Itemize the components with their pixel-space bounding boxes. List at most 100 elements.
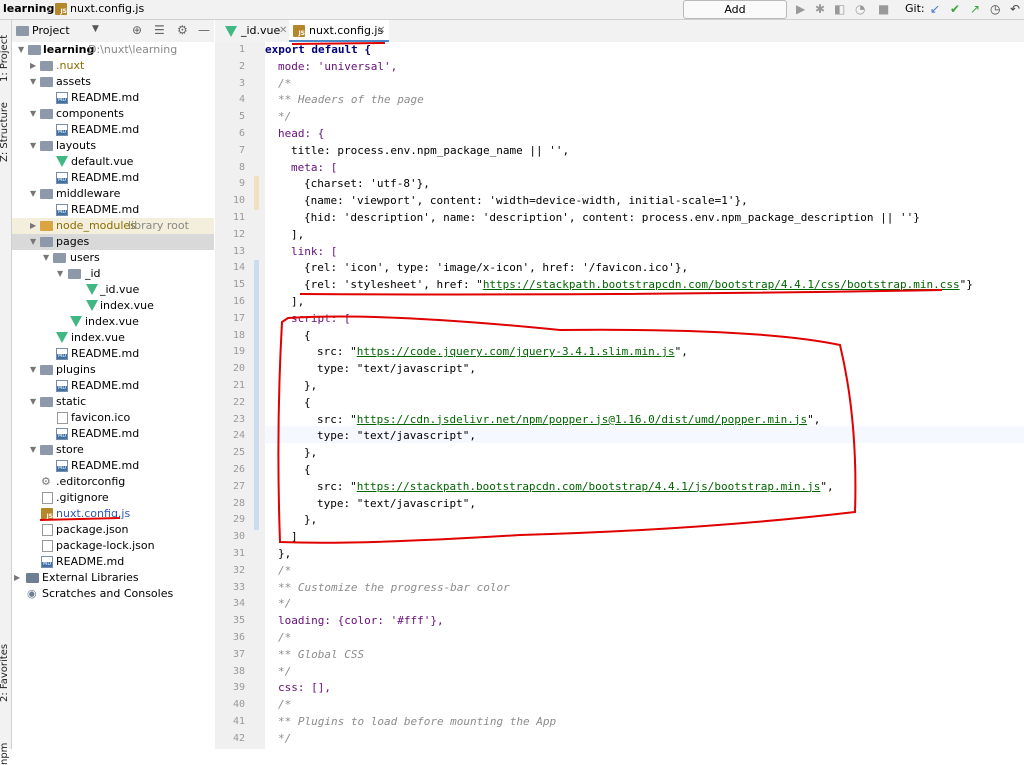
markdown-file-icon bbox=[56, 460, 68, 472]
tree-item-readme[interactable]: README.md bbox=[12, 346, 214, 362]
tree-item-gitignore[interactable]: .gitignore bbox=[12, 490, 214, 506]
tab-nuxt-config[interactable]: nuxt.config.js ✕ bbox=[289, 20, 389, 42]
chevron-right-icon[interactable]: ▶ bbox=[30, 58, 36, 74]
tree-item-store[interactable]: ▼ store bbox=[12, 442, 214, 458]
collapse-all-icon[interactable]: ☰ bbox=[154, 23, 165, 37]
chevron-down-icon[interactable]: ▼ bbox=[18, 42, 24, 58]
tree-item-assets[interactable]: ▼ assets bbox=[12, 74, 214, 90]
tree-item-readme[interactable]: README.md bbox=[12, 202, 214, 218]
tree-item-node-modules[interactable]: ▶ node_modules library root bbox=[12, 218, 214, 234]
chevron-down-icon[interactable]: ▼ bbox=[30, 362, 36, 378]
tree-item-readme[interactable]: README.md bbox=[12, 90, 214, 106]
tree-item-components[interactable]: ▼ components bbox=[12, 106, 214, 122]
tree-item-index-vue[interactable]: index.vue bbox=[12, 298, 214, 314]
coverage-icon[interactable]: ◧ bbox=[834, 2, 845, 16]
minimize-icon[interactable]: — bbox=[198, 23, 210, 37]
tree-item-id-vue[interactable]: _id.vue bbox=[12, 282, 214, 298]
stop-icon[interactable]: ■ bbox=[878, 2, 889, 16]
line-number: 16 bbox=[232, 296, 245, 307]
tree-item-pages[interactable]: ▼ pages bbox=[12, 234, 214, 250]
git-rollback-icon[interactable]: ↶ bbox=[1010, 2, 1020, 16]
text-file-icon bbox=[42, 492, 53, 504]
add-configuration-button[interactable]: Add Configuration... bbox=[683, 0, 787, 33]
profile-icon[interactable]: ◔ bbox=[855, 2, 865, 16]
tree-item-middleware[interactable]: ▼ middleware bbox=[12, 186, 214, 202]
git-history-icon[interactable]: ◷ bbox=[990, 2, 1000, 16]
tree-item-label: components bbox=[56, 107, 124, 120]
git-push-icon[interactable]: ↗ bbox=[970, 2, 980, 16]
chevron-down-icon[interactable]: ▼ bbox=[57, 266, 63, 282]
project-panel-header: Project ▼ ⊕ ☰ ⚙ — bbox=[12, 20, 214, 43]
chevron-down-icon[interactable]: ▼ bbox=[30, 106, 36, 122]
code-line: /* bbox=[278, 698, 292, 712]
npm-tool-tab[interactable]: npm bbox=[0, 743, 10, 765]
tree-item-plugins[interactable]: ▼ plugins bbox=[12, 362, 214, 378]
chevron-down-icon[interactable]: ▼ bbox=[30, 138, 36, 154]
chevron-right-icon[interactable]: ▶ bbox=[14, 570, 20, 586]
tree-item-editorconfig[interactable]: ⚙ .editorconfig bbox=[12, 474, 214, 490]
code-link[interactable]: https://cdn.jsdelivr.net/npm/popper.js@1… bbox=[357, 413, 807, 426]
project-panel-title[interactable]: Project bbox=[32, 24, 70, 37]
chevron-down-icon[interactable]: ▼ bbox=[30, 186, 36, 202]
breadcrumb-file[interactable]: nuxt.config.js bbox=[70, 2, 144, 16]
tree-item-readme[interactable]: README.md bbox=[12, 554, 214, 570]
code-line: /* bbox=[278, 631, 292, 644]
tree-item-index-vue[interactable]: index.vue bbox=[12, 314, 214, 330]
tree-item-layouts[interactable]: ▼ layouts bbox=[12, 138, 214, 154]
tree-item-index-vue[interactable]: index.vue bbox=[12, 330, 214, 346]
code-editor[interactable]: export default { mode: 'universal', /* *… bbox=[265, 42, 1024, 749]
tree-item-users[interactable]: ▼ users bbox=[12, 250, 214, 266]
tree-item-package-json[interactable]: package.json bbox=[12, 522, 214, 538]
project-tool-tab[interactable]: 1: Project bbox=[0, 35, 10, 82]
code-line: ], bbox=[291, 227, 305, 241]
line-number: 37 bbox=[232, 648, 245, 660]
git-update-icon[interactable]: ↙ bbox=[930, 2, 940, 16]
code-line: {charset: 'utf-8'}, bbox=[304, 177, 430, 191]
line-number: 24 bbox=[232, 430, 245, 442]
tree-item-package-lock[interactable]: package-lock.json bbox=[12, 538, 214, 554]
line-number: 41 bbox=[232, 716, 245, 727]
gear-icon[interactable]: ⚙ bbox=[177, 23, 188, 37]
favorites-tool-tab[interactable]: 2: Favorites bbox=[0, 644, 10, 702]
tree-item-nuxt[interactable]: ▶ .nuxt bbox=[12, 58, 214, 74]
tree-item-label: middleware bbox=[56, 187, 121, 200]
tab-id-vue[interactable]: _id.vue ✕ bbox=[221, 20, 287, 42]
chevron-down-icon[interactable]: ▼ bbox=[92, 24, 99, 34]
tree-item-readme[interactable]: README.md bbox=[12, 170, 214, 186]
chevron-down-icon[interactable]: ▼ bbox=[30, 394, 36, 410]
run-icon[interactable]: ▶ bbox=[796, 2, 805, 16]
tree-item-readme[interactable]: README.md bbox=[12, 426, 214, 442]
chevron-down-icon[interactable]: ▼ bbox=[30, 74, 36, 90]
code-link[interactable]: https://stackpath.bootstrapcdn.com/boots… bbox=[483, 278, 960, 291]
tree-item-id-folder[interactable]: ▼ _id bbox=[12, 266, 214, 282]
change-marker bbox=[254, 176, 259, 210]
close-icon[interactable]: ✕ bbox=[377, 20, 385, 42]
chevron-down-icon[interactable]: ▼ bbox=[30, 442, 36, 458]
tree-item-static[interactable]: ▼ static bbox=[12, 394, 214, 410]
git-commit-icon[interactable]: ✔ bbox=[950, 2, 960, 16]
markdown-file-icon bbox=[56, 348, 68, 360]
debug-icon[interactable]: ✱ bbox=[815, 2, 825, 16]
tree-item-external-libraries[interactable]: ▶ External Libraries bbox=[12, 570, 214, 586]
code-link[interactable]: https://code.jquery.com/jquery-3.4.1.sli… bbox=[357, 345, 675, 358]
chevron-down-icon[interactable]: ▼ bbox=[43, 250, 49, 266]
close-icon[interactable]: ✕ bbox=[279, 20, 287, 42]
tree-item-readme[interactable]: README.md bbox=[12, 378, 214, 394]
chevron-down-icon[interactable]: ▼ bbox=[30, 234, 36, 250]
tree-item-learning[interactable]: ▼ learning D:\nuxt\learning bbox=[12, 42, 214, 58]
tree-item-scratches[interactable]: ◉ Scratches and Consoles bbox=[12, 586, 214, 602]
locate-icon[interactable]: ⊕ bbox=[132, 23, 142, 37]
code-text: mode: 'universal', bbox=[278, 59, 398, 73]
line-number: 31 bbox=[232, 548, 245, 559]
tree-item-nuxt-config[interactable]: nuxt.config.js bbox=[12, 506, 214, 522]
code-line: meta: [ bbox=[291, 160, 338, 174]
chevron-right-icon[interactable]: ▶ bbox=[30, 218, 36, 234]
tree-item-default-vue[interactable]: default.vue bbox=[12, 154, 214, 170]
code-link[interactable]: https://stackpath.bootstrapcdn.com/boots… bbox=[357, 480, 821, 493]
scratches-icon: ◉ bbox=[27, 587, 37, 600]
tree-item-readme[interactable]: README.md bbox=[12, 122, 214, 138]
tree-item-favicon[interactable]: favicon.ico bbox=[12, 410, 214, 426]
tree-item-readme[interactable]: README.md bbox=[12, 458, 214, 474]
structure-tool-tab[interactable]: Z: Structure bbox=[0, 102, 10, 162]
markdown-file-icon bbox=[56, 172, 68, 184]
